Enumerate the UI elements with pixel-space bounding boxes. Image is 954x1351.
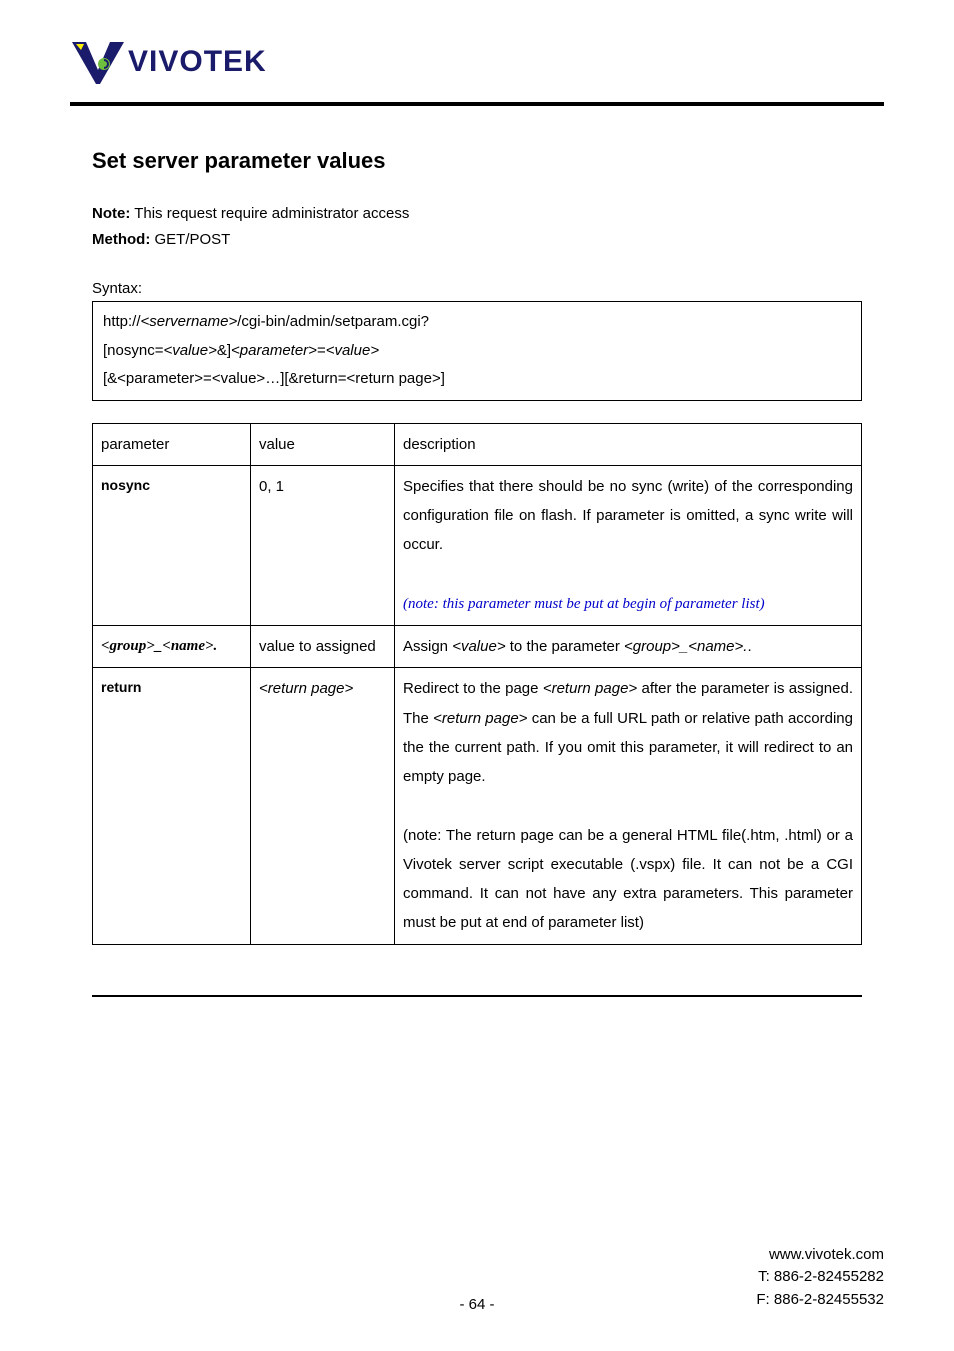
param-table: parameter value description nosync 0, 1 … — [92, 423, 862, 945]
header-value: value — [251, 423, 395, 465]
logo-icon — [70, 40, 126, 84]
desc-text: Specifies that there should be no sync (… — [403, 478, 853, 554]
param-value: 0, 1 — [251, 465, 395, 625]
param-desc: Specifies that there should be no sync (… — [395, 465, 862, 625]
logo-text: VIVOTEK — [128, 45, 267, 79]
desc-note: (note: this parameter must be put at beg… — [403, 596, 765, 612]
header-description: description — [395, 423, 862, 465]
syntax-text: /cgi-bin/admin/setparam.cgi? — [237, 313, 429, 330]
desc-var: <group>_<name>. — [624, 638, 747, 655]
desc-text: Redirect to the page — [403, 680, 543, 697]
syntax-text: http:// — [103, 313, 141, 330]
syntax-text: [nosync= — [103, 342, 163, 359]
note-line: Note: This request require administrator… — [92, 202, 862, 226]
desc-var: <return page> — [543, 680, 637, 697]
footer-divider — [92, 995, 862, 997]
table-header-row: parameter value description — [93, 423, 862, 465]
table-row: <group>_<name>. value to assigned Assign… — [93, 626, 862, 668]
desc-text: to the parameter — [506, 638, 624, 655]
desc-text: Assign — [403, 638, 452, 655]
syntax-var: <servername> — [141, 313, 238, 330]
header-parameter: parameter — [93, 423, 251, 465]
desc-note: (note: The return page can be a general … — [403, 827, 853, 932]
param-desc: Redirect to the page <return page> after… — [395, 668, 862, 944]
table-row: return <return page> Redirect to the pag… — [93, 668, 862, 944]
param-name: <group>_<name>. — [93, 626, 251, 668]
param-value: <return page> — [251, 668, 395, 944]
method-text: GET/POST — [150, 231, 230, 248]
syntax-label: Syntax: — [92, 280, 862, 297]
contact-site: www.vivotek.com — [756, 1244, 884, 1267]
desc-var: <return page> — [433, 710, 527, 727]
note-text: This request require administrator acces… — [130, 205, 409, 222]
method-label: Method: — [92, 231, 150, 248]
syntax-text: &] — [217, 342, 231, 359]
desc-text: . — [747, 638, 751, 655]
param-desc: Assign <value> to the parameter <group>_… — [395, 626, 862, 668]
table-row: nosync 0, 1 Specifies that there should … — [93, 465, 862, 625]
param-name: return — [93, 668, 251, 944]
contact-fax: F: 886-2-82455532 — [756, 1289, 884, 1312]
syntax-var: <value> — [163, 342, 216, 359]
desc-var: <value> — [452, 638, 505, 655]
param-name: nosync — [93, 465, 251, 625]
method-line: Method: GET/POST — [92, 228, 862, 252]
page-title: Set server parameter values — [92, 148, 862, 174]
header-divider — [70, 102, 884, 106]
syntax-var: <parameter> — [231, 342, 317, 359]
syntax-text: [&<parameter>=<value>…][&return=<return … — [103, 365, 851, 394]
note-label: Note: — [92, 205, 130, 222]
syntax-text: = — [317, 342, 326, 359]
contact-tel: T: 886-2-82455282 — [756, 1266, 884, 1289]
syntax-box: http://<servername>/cgi-bin/admin/setpar… — [92, 301, 862, 401]
param-value: value to assigned — [251, 626, 395, 668]
brand-header: VIVOTEK — [70, 40, 884, 84]
contact-block: www.vivotek.com T: 886-2-82455282 F: 886… — [756, 1244, 884, 1312]
syntax-var: <value> — [326, 342, 379, 359]
